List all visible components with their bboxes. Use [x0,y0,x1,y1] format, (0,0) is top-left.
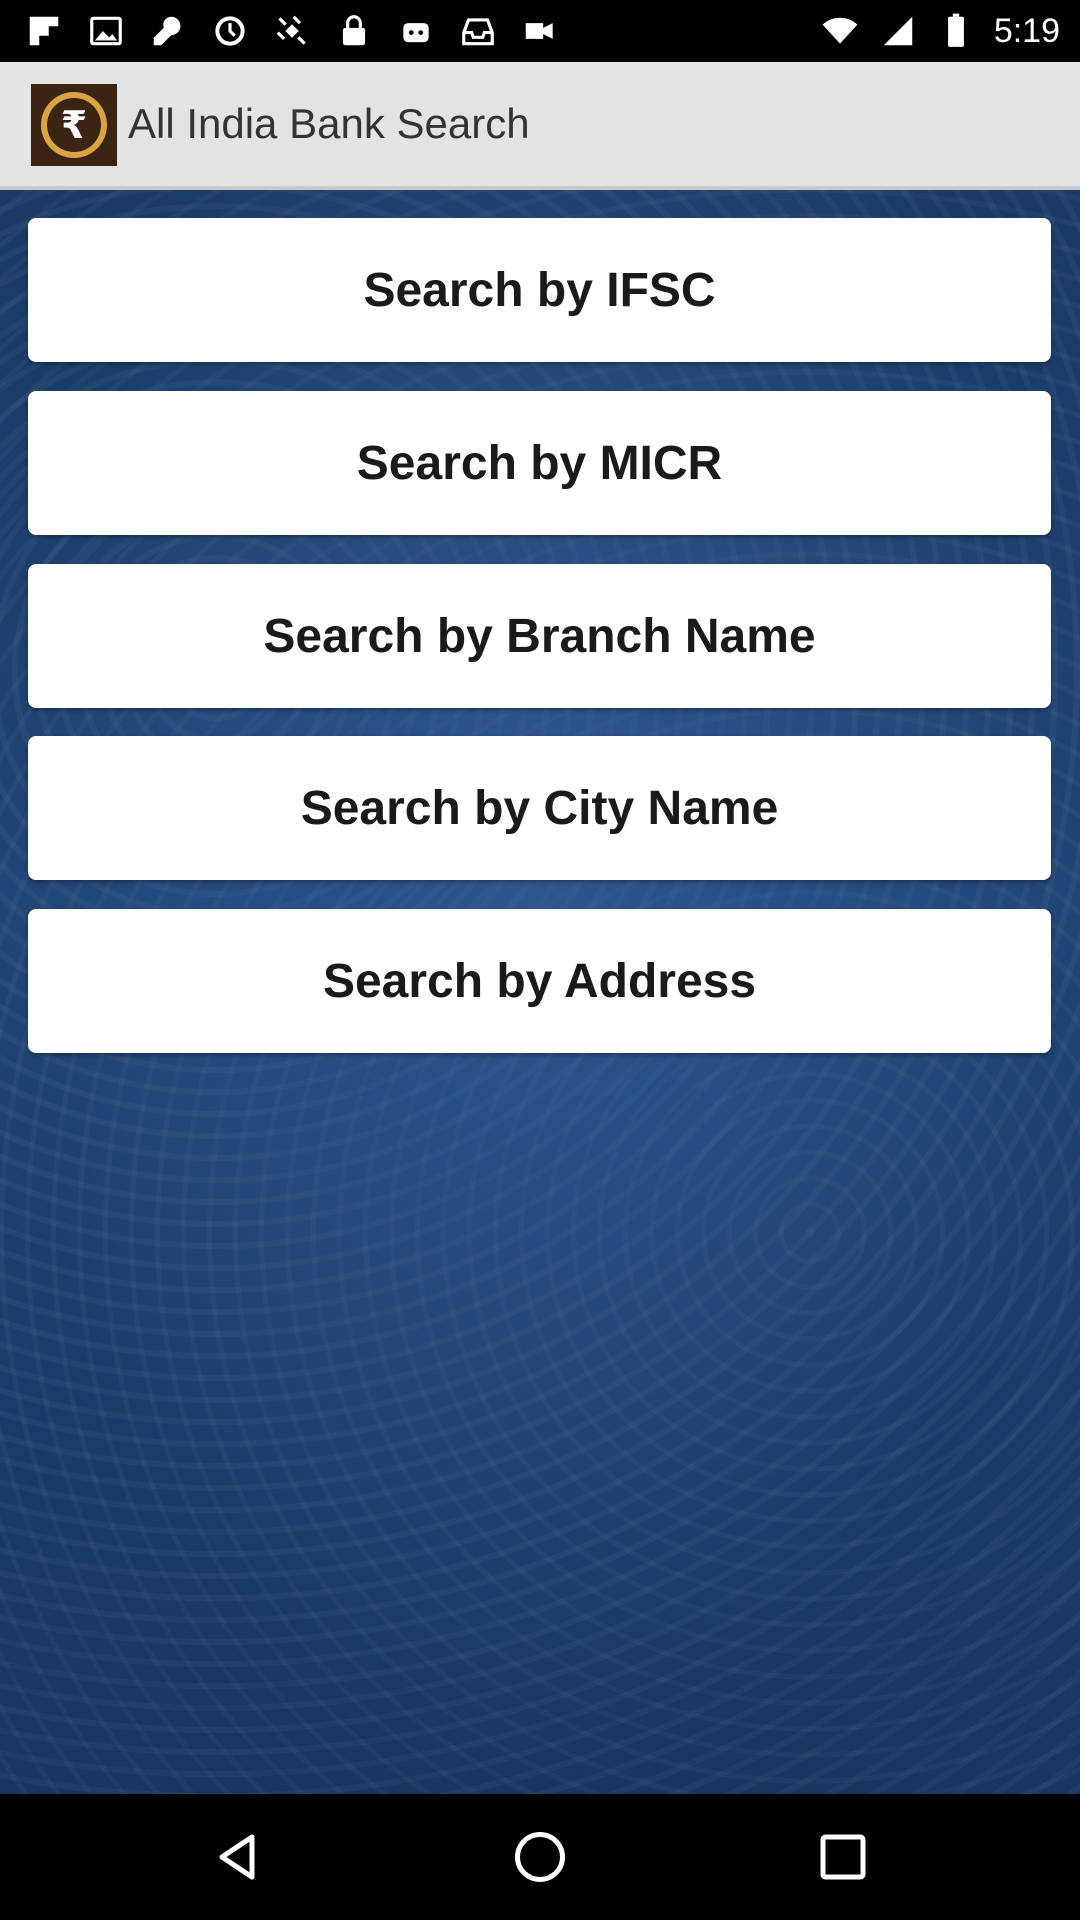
main-content: Search by IFSC Search by MICR Search by … [0,190,1080,1794]
back-icon[interactable] [202,1822,272,1892]
rupee-coin-icon: ₹ [31,84,117,166]
satellite-icon [272,11,312,51]
image-icon [86,11,126,51]
lock-icon [334,11,374,51]
video-icon [520,11,560,51]
status-bar-time: 5:19 [993,11,1060,50]
status-bar: 5:19 [0,0,1080,62]
search-by-ifsc-button[interactable]: Search by IFSC [28,218,1051,362]
flipboard-icon [24,11,64,51]
search-by-city-name-button[interactable]: Search by City Name [28,736,1051,880]
app-title: All India Bank Search [128,100,530,147]
svg-text:₹: ₹ [61,103,87,147]
navigation-bar [0,1794,1080,1920]
wifi-icon [820,11,860,51]
search-by-micr-button[interactable]: Search by MICR [28,391,1051,535]
wrench-icon [148,11,188,51]
recents-icon[interactable] [808,1822,878,1892]
robot-icon [396,11,436,51]
status-bar-system-icons: 5:19 [820,10,1060,52]
home-icon[interactable] [505,1822,575,1892]
signal-icon [878,11,918,51]
search-by-branch-name-button[interactable]: Search by Branch Name [28,564,1051,708]
screen: 5:19 ₹ All India Bank Search Search by I… [0,0,1080,1920]
search-by-address-button[interactable]: Search by Address [28,909,1051,1053]
app-bar: ₹ All India Bank Search [0,62,1080,190]
status-bar-notification-icons [24,10,560,52]
battery-icon [936,11,976,51]
settings-icon [210,11,250,51]
inbox-icon [458,11,498,51]
